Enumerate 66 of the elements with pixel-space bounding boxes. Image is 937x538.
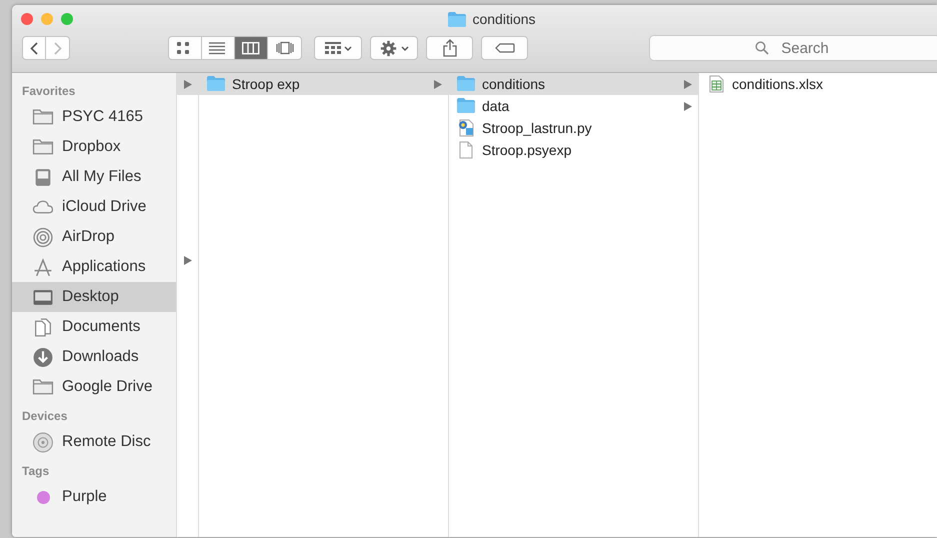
disclosure-arrow-icon — [184, 80, 192, 88]
caret-icon — [400, 46, 408, 50]
disc-icon — [32, 432, 54, 452]
folder-icon — [32, 106, 54, 128]
disclosure-arrow-icon — [184, 256, 192, 264]
caret-icon — [344, 46, 352, 50]
sidebar-item[interactable]: AirDrop — [12, 222, 176, 252]
sidebar-item[interactable]: Applications — [12, 252, 176, 282]
tag-button[interactable] — [481, 36, 528, 60]
app-store-icon — [32, 256, 54, 278]
list-view-button[interactable] — [202, 37, 235, 59]
sidebar-item[interactable]: Google Drive — [12, 372, 176, 402]
cover-flow-icon — [276, 41, 294, 55]
disclosure-arrow-icon — [434, 80, 442, 88]
section-header: Favorites — [21, 83, 76, 100]
sidebar-item[interactable]: Downloads — [12, 342, 176, 372]
search-field[interactable]: Search — [649, 35, 937, 61]
close-button[interactable] — [21, 13, 33, 25]
file-item[interactable]: Stroop.psyexp — [449, 139, 698, 161]
sidebar-item[interactable]: PSYC 4165 — [12, 102, 176, 132]
folder-icon — [32, 136, 54, 158]
file-item[interactable]: conditions.xlsx — [699, 73, 937, 95]
share-button[interactable] — [426, 36, 473, 60]
list-icon — [209, 41, 227, 55]
column-view-button[interactable] — [235, 37, 268, 59]
folder-icon — [207, 75, 226, 93]
folder-icon — [32, 376, 54, 398]
sidebar-item[interactable]: Purple — [12, 482, 176, 512]
chevron-left-icon — [30, 42, 38, 54]
section-header: Tags — [21, 463, 50, 480]
view-switcher[interactable] — [168, 36, 302, 60]
search-icon — [755, 41, 769, 55]
grid-icon — [324, 42, 340, 54]
sidebar-item[interactable]: Dropbox — [12, 132, 176, 162]
icon-view-button[interactable] — [169, 37, 202, 59]
download-icon — [32, 346, 54, 368]
disclosure-arrow-icon — [684, 102, 692, 110]
sidebar-item[interactable]: Remote Disc — [12, 427, 176, 457]
file-item[interactable]: conditions — [449, 73, 698, 95]
disclosure-arrow-icon — [684, 80, 692, 88]
sidebar-item[interactable]: Desktop — [12, 282, 176, 312]
folder-icon — [457, 75, 476, 93]
gear-icon — [380, 40, 396, 56]
tag-icon — [494, 43, 514, 53]
sidebar-item[interactable]: iCloud Drive — [12, 192, 176, 222]
file-item[interactable]: Stroop exp — [199, 73, 448, 95]
spreadsheet-icon — [707, 75, 726, 93]
script-file-icon — [457, 119, 476, 137]
folder-icon — [457, 97, 476, 115]
sidebar-item[interactable]: Documents — [12, 312, 176, 342]
share-icon — [442, 39, 456, 57]
action-button[interactable] — [370, 36, 418, 60]
airdrop-icon — [32, 226, 54, 248]
column-row[interactable] — [177, 73, 198, 95]
arrange-button[interactable] — [314, 36, 362, 60]
window-title: conditions — [472, 10, 536, 28]
back-button[interactable] — [22, 36, 46, 60]
columns-icon — [242, 41, 260, 55]
section-header: Devices — [21, 408, 68, 425]
sidebar-item[interactable]: All My Files — [12, 162, 176, 192]
cover-flow-button[interactable] — [268, 37, 301, 59]
folder-icon — [448, 12, 466, 26]
chevron-right-icon — [54, 42, 62, 54]
file-item[interactable]: Stroop_lastrun.py — [449, 117, 698, 139]
file-item[interactable]: data — [449, 95, 698, 117]
documents-icon — [32, 316, 54, 338]
